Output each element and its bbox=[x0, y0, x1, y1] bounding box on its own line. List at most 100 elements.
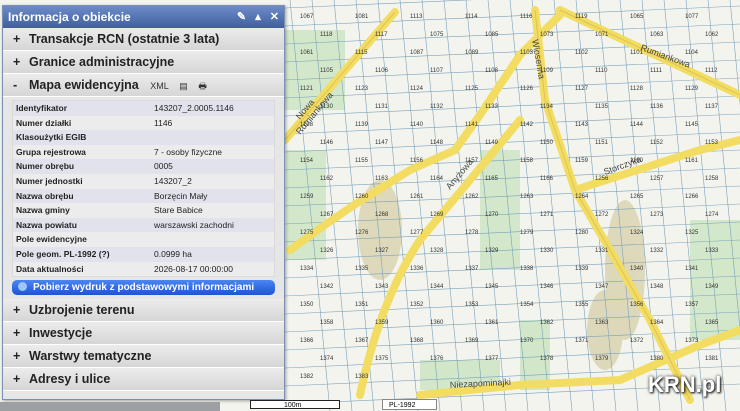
parcel-number[interactable]: 1271 bbox=[540, 212, 554, 218]
parcel-number[interactable]: 1352 bbox=[410, 302, 424, 308]
parcel-number[interactable]: 1077 bbox=[685, 14, 699, 20]
parcel-number[interactable]: 1160 bbox=[630, 158, 644, 164]
parcel-number[interactable]: 1371 bbox=[575, 338, 589, 344]
parcel-number[interactable]: 1262 bbox=[465, 194, 479, 200]
section-transakcje[interactable]: + Transakcje RCN (ostatnie 3 lata) bbox=[3, 28, 284, 51]
object-info-panel[interactable]: Informacja o obiekcie ✎ ▴ ✕ + Transakcje … bbox=[2, 5, 285, 400]
parcel-number[interactable]: 1133 bbox=[485, 104, 499, 110]
parcel-number[interactable]: 1067 bbox=[300, 14, 314, 20]
print-summary-button[interactable]: Pobierz wydruk z podstawowymi informacja… bbox=[12, 280, 275, 296]
parcel-number[interactable]: 1273 bbox=[650, 212, 664, 218]
parcel-number[interactable]: 1359 bbox=[375, 320, 389, 326]
parcel-number[interactable]: 1354 bbox=[520, 302, 534, 308]
parcel-number[interactable]: 1382 bbox=[300, 374, 314, 380]
parcel-number[interactable]: 1346 bbox=[540, 284, 554, 290]
parcel-number[interactable]: 1135 bbox=[595, 104, 609, 110]
parcel-number[interactable]: 1263 bbox=[520, 194, 534, 200]
close-icon[interactable]: ✕ bbox=[270, 11, 279, 23]
parcel-number[interactable]: 1061 bbox=[300, 50, 314, 56]
parcel-number[interactable]: 1089 bbox=[465, 50, 479, 56]
parcel-number[interactable]: 1119 bbox=[575, 14, 588, 20]
parcel-number[interactable]: 1166 bbox=[540, 176, 554, 182]
parcel-number[interactable]: 1357 bbox=[685, 302, 699, 308]
section-granice[interactable]: + Granice administracyjne bbox=[3, 51, 284, 74]
parcel-number[interactable]: 1326 bbox=[320, 248, 334, 254]
parcel-number[interactable]: 1347 bbox=[595, 284, 609, 290]
parcel-number[interactable]: 1150 bbox=[540, 140, 554, 146]
parcel-number[interactable]: 1164 bbox=[430, 176, 444, 182]
parcel-number[interactable]: 1327 bbox=[375, 248, 389, 254]
parcel-number[interactable]: 1266 bbox=[685, 194, 699, 200]
parcel-number[interactable]: 1162 bbox=[320, 176, 334, 182]
parcel-number[interactable]: 1329 bbox=[485, 248, 499, 254]
parcel-number[interactable]: 1112 bbox=[705, 68, 718, 74]
parcel-number[interactable]: 1325 bbox=[685, 230, 699, 236]
parcel-number[interactable]: 1377 bbox=[485, 356, 499, 362]
parcel-number[interactable]: 1113 bbox=[410, 14, 423, 20]
parcel-number[interactable]: 1155 bbox=[355, 158, 369, 164]
help-link[interactable]: (?) bbox=[99, 249, 110, 259]
print-icon[interactable]: 🖶 bbox=[198, 81, 207, 91]
parcel-number[interactable]: 1063 bbox=[650, 32, 664, 38]
pin-icon[interactable]: ✎ bbox=[237, 11, 246, 23]
section-warstwy[interactable]: + Warstwy tematyczne bbox=[3, 345, 284, 369]
parcel-number[interactable]: 1121 bbox=[300, 86, 314, 92]
parcel-number[interactable]: 1081 bbox=[355, 14, 369, 20]
parcel-number[interactable]: 1071 bbox=[595, 32, 609, 38]
parcel-number[interactable]: 1127 bbox=[575, 86, 589, 92]
parcel-number[interactable]: 1381 bbox=[705, 356, 719, 362]
parcel-number[interactable]: 1338 bbox=[520, 266, 534, 272]
parcel-number[interactable]: 1111 bbox=[650, 68, 663, 74]
parcel-number[interactable]: 1383 bbox=[355, 374, 369, 380]
parcel-number[interactable]: 1117 bbox=[375, 32, 388, 38]
parcel-number[interactable]: 1136 bbox=[650, 104, 664, 110]
parcel-number[interactable]: 1278 bbox=[465, 230, 479, 236]
minimize-icon[interactable]: ▴ bbox=[255, 11, 261, 23]
parcel-number[interactable]: 1279 bbox=[520, 230, 534, 236]
parcel-number[interactable]: 1360 bbox=[430, 320, 444, 326]
parcel-number[interactable]: 1355 bbox=[575, 302, 589, 308]
parcel-number[interactable]: 1368 bbox=[410, 338, 424, 344]
parcel-number[interactable]: 1156 bbox=[410, 158, 424, 164]
parcel-number[interactable]: 1152 bbox=[650, 140, 664, 146]
parcel-number[interactable]: 1123 bbox=[355, 86, 369, 92]
parcel-number[interactable]: 1374 bbox=[320, 356, 334, 362]
parcel-number[interactable]: 1110 bbox=[595, 68, 608, 74]
parcel-number[interactable]: 1148 bbox=[430, 140, 444, 146]
parcel-number[interactable]: 1269 bbox=[430, 212, 444, 218]
parcel-number[interactable]: 1372 bbox=[630, 338, 644, 344]
parcel-number[interactable]: 1370 bbox=[520, 338, 534, 344]
parcel-number[interactable]: 1159 bbox=[575, 158, 589, 164]
parcel-number[interactable]: 1335 bbox=[355, 266, 369, 272]
parcel-number[interactable]: 1118 bbox=[320, 32, 333, 38]
parcel-number[interactable]: 1267 bbox=[320, 212, 334, 218]
parcel-number[interactable]: 1158 bbox=[520, 158, 534, 164]
parcel-number[interactable]: 1153 bbox=[705, 140, 719, 146]
parcel-number[interactable]: 1351 bbox=[355, 302, 369, 308]
parcel-number[interactable]: 1139 bbox=[355, 122, 369, 128]
parcel-number[interactable]: 1149 bbox=[485, 140, 499, 146]
parcel-number[interactable]: 1376 bbox=[430, 356, 444, 362]
parcel-number[interactable]: 1126 bbox=[520, 86, 534, 92]
parcel-number[interactable]: 1375 bbox=[375, 356, 389, 362]
parcel-number[interactable]: 1349 bbox=[705, 284, 719, 290]
parcel-number[interactable]: 1378 bbox=[540, 356, 554, 362]
parcel-number[interactable]: 1104 bbox=[685, 50, 699, 56]
parcel-number[interactable]: 1353 bbox=[465, 302, 479, 308]
parcel-number[interactable]: 1138 bbox=[300, 122, 314, 128]
parcel-number[interactable]: 1062 bbox=[705, 32, 719, 38]
section-inwestycje[interactable]: + Inwestycje bbox=[3, 322, 284, 346]
parcel-number[interactable]: 1101 bbox=[630, 50, 644, 56]
parcel-number[interactable]: 1109 bbox=[540, 68, 554, 74]
parcel-number[interactable]: 1145 bbox=[685, 122, 699, 128]
parcel-number[interactable]: 1163 bbox=[375, 176, 389, 182]
section-adresy[interactable]: + Adresy i ulice bbox=[3, 368, 284, 392]
parcel-number[interactable]: 1340 bbox=[630, 266, 644, 272]
parcel-number[interactable]: 1341 bbox=[685, 266, 699, 272]
parcel-number[interactable]: 1380 bbox=[650, 356, 664, 362]
parcel-number[interactable]: 1365 bbox=[705, 320, 719, 326]
parcel-number[interactable]: 1332 bbox=[650, 248, 664, 254]
parcel-number[interactable]: 1369 bbox=[465, 338, 479, 344]
section-uzbrojenie[interactable]: + Uzbrojenie terenu bbox=[3, 299, 284, 323]
parcel-number[interactable]: 1103 bbox=[520, 50, 534, 56]
